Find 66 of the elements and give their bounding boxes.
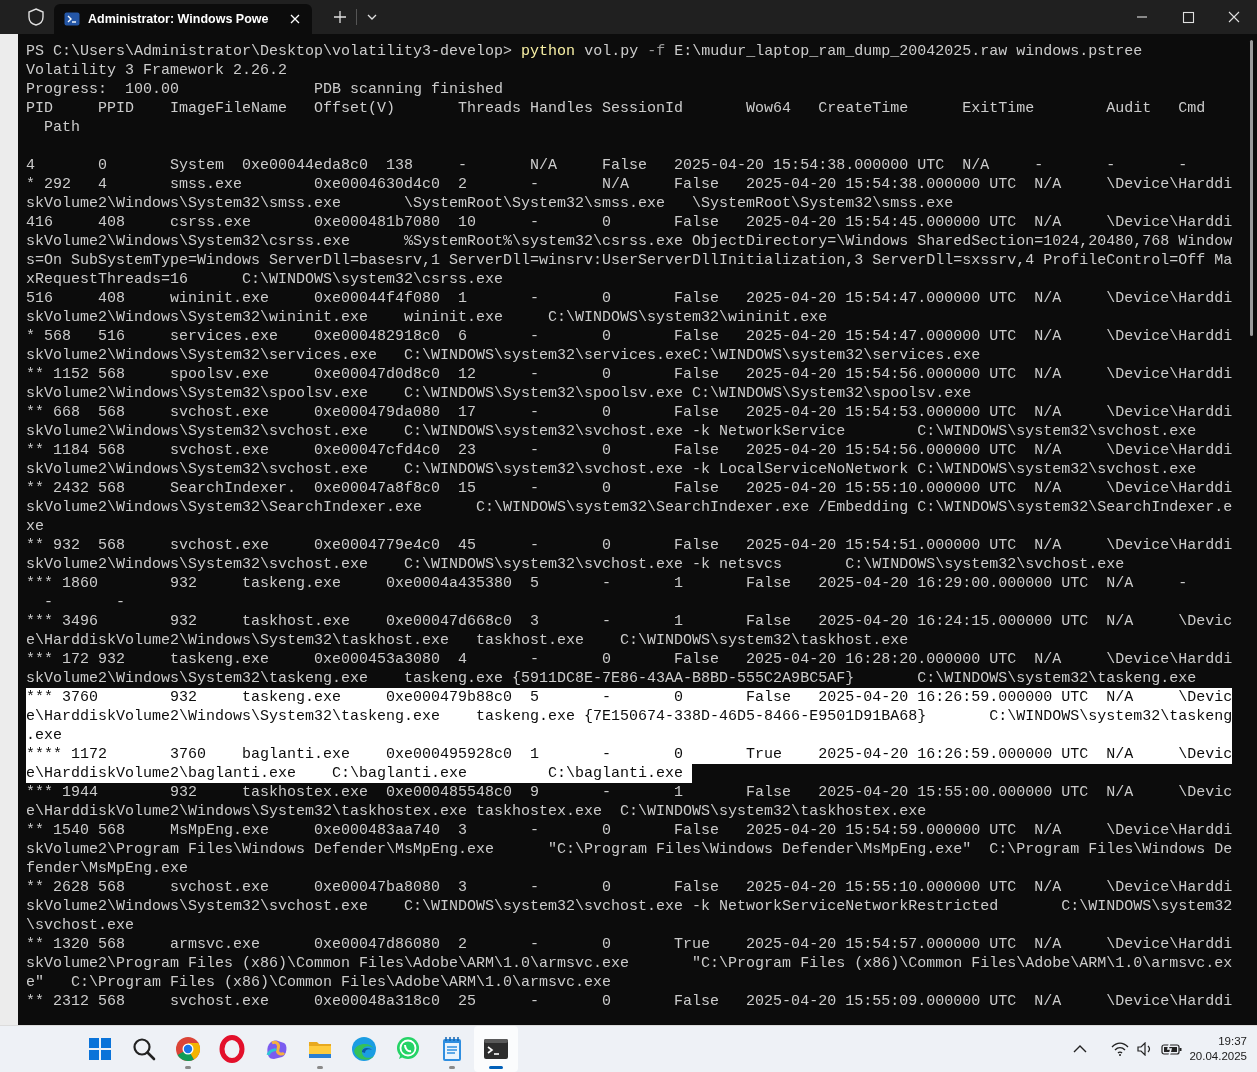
output-line: ** 1184 568 svchost.exe 0xe00047cfd4c0 23 - 0 False 2025-04-20 15:54:56.000000 UTC N/A \Device\Harddi bbox=[26, 441, 1232, 460]
output-line: fender\MsMpEng.exe bbox=[26, 859, 190, 878]
battery-icon[interactable] bbox=[1161, 1042, 1184, 1056]
chevron-up-icon[interactable] bbox=[1073, 1045, 1088, 1053]
output-line: *** 1944 932 taskhostex.exe 0xe000485548c0 9 - 1 False 2025-04-20 15:55:00.000000 UTC N/A \Devic bbox=[26, 783, 1232, 802]
chevron-down-icon[interactable] bbox=[367, 14, 378, 20]
output-line: e\HarddiskVolume2\Windows\System32\taskhost.exe taskhost.exe C:\WINDOWS\system32\taskhost.exe bbox=[26, 631, 910, 650]
output-line: 416 408 csrss.exe 0xe000481b7080 10 - 0 False 2025-04-20 15:54:45.000000 UTC N/A \Device\Harddi bbox=[26, 213, 1232, 232]
output-line: ** 668 568 svchost.exe 0xe000479da080 17 - 0 False 2025-04-20 15:54:53.000000 UTC N/A \Device\Harddi bbox=[26, 403, 1232, 422]
output-line: ** 1152 568 spoolsv.exe 0xe00047d0d8c0 12 - 0 False 2025-04-20 15:54:56.000000 UTC N/A \Device\Harddi bbox=[26, 365, 1232, 384]
output-line: skVolume2\Windows\System32\services.exe C:\WINDOWS\system32\services.exeC:\WINDOWS\system32\services.exe bbox=[26, 346, 982, 365]
plus-icon[interactable] bbox=[334, 11, 347, 23]
command-text: python bbox=[521, 43, 576, 60]
output-line: e" C:\Program Files (x86)\Common Files\Adobe\ARM\1.0\armsvc.exe bbox=[26, 973, 613, 992]
console-icon bbox=[64, 12, 80, 26]
argument-text: E:\mudur_laptop_ram_dump_20042025.raw windows.pstree bbox=[674, 43, 1143, 60]
wave-logo-icon[interactable] bbox=[350, 1035, 378, 1063]
output-line: skVolume2\Windows\System32\spoolsv.exe C:\WINDOWS\System32\spoolsv.exe C:\WINDOWS\System32\spoolsv.exe bbox=[26, 384, 973, 403]
output-line: skVolume2\Program Files\Windows Defender\MsMpEng.exe "C:\Program Files\Windows Defender\MsMpEng.exe" C:\Program Files\Windows De bbox=[26, 840, 1232, 859]
output-line: 516 408 wininit.exe 0xe00044f4f080 1 - 0 False 2025-04-20 15:54:47.000000 UTC N/A \Device\Harddi bbox=[26, 289, 1232, 308]
output-line: *** 3496 932 taskhost.exe 0xe00047d668c0 3 - 1 False 2025-04-20 16:24:15.000000 UTC N/A \Devic bbox=[26, 612, 1232, 631]
scrollbar-thumb[interactable] bbox=[1250, 40, 1253, 336]
output-line: ** 2312 568 svchost.exe 0xe00048a318c0 25 - 0 False 2025-04-20 15:55:09.000000 UTC N/A \Device\Harddi bbox=[26, 992, 1232, 1011]
output-line: Path bbox=[43, 118, 81, 137]
output-line: ** 2628 568 svchost.exe 0xe00047ba8080 3 - 0 False 2025-04-20 15:55:10.000000 UTC N/A \Device\Harddi bbox=[26, 878, 1232, 897]
close-icon[interactable] bbox=[290, 14, 301, 24]
parameter-text: -f bbox=[647, 43, 666, 60]
wifi-icon[interactable] bbox=[1111, 1042, 1130, 1056]
output-line: *** 1860 932 taskeng.exe 0xe0004a435380 5 - 1 False 2025-04-20 16:29:00.000000 UTC N/A - bbox=[26, 574, 1189, 593]
output-line: skVolume2\Windows\System32\csrss.exe %SystemRoot%\system32\csrss.exe ObjectDirectory=\Windows SharedSection=1024,20480,768 Window bbox=[26, 232, 1232, 251]
argument-text: vol.py bbox=[584, 43, 639, 60]
output-line: ** 1320 568 armsvc.exe 0xe00047d86080 2 - 0 True 2025-04-20 15:54:57.000000 UTC N/A \Device\Harddi bbox=[26, 935, 1232, 954]
search-icon[interactable] bbox=[130, 1035, 158, 1063]
output-line: ** 932 568 svchost.exe 0xe0004779e4c0 45 - 0 False 2025-04-20 15:54:51.000000 UTC N/A \Device\Harddi bbox=[26, 536, 1232, 555]
ring-logo-icon[interactable] bbox=[218, 1035, 246, 1063]
output-line: skVolume2\Windows\System32\svchost.exe C:\WINDOWS\system32\svchost.exe -k LocalServiceNoNetwork C:\WINDOWS\system32\svchost.exe bbox=[26, 460, 1198, 479]
output-line: xe bbox=[26, 517, 45, 536]
output-line: skVolume2\Windows\System32\taskeng.exe taskeng.exe {5911DC8E-7E86-43AA-B8BD-555C2A9BC5AF} C:\WINDOWS\system32\taskeng.exe bbox=[26, 669, 1198, 688]
output-line: skVolume2\Windows\System32\smss.exe \SystemRoot\System32\smss.exe \SystemRoot\System32\smss.exe bbox=[26, 194, 955, 213]
output-line: * 568 516 services.exe 0xe000482918c0 6 - 0 False 2025-04-20 15:54:47.000000 UTC N/A \Device\Harddi bbox=[26, 327, 1232, 346]
output-line: s=On SubSystemType=Windows ServerDll=basesrv,1 ServerDll=winsrv:UserServerDllInitialization,3 ServerDll=sxssrv,4 ProfileControl=Off Ma bbox=[26, 251, 1232, 270]
output-line: * 292 4 smss.exe 0xe0004630d4c0 2 - N/A False 2025-04-20 15:54:38.000000 UTC N/A \Device\Harddi bbox=[26, 175, 1232, 194]
output-line: ** 1540 568 MsMpEng.exe 0xe000483aa740 3 - 0 False 2025-04-20 15:54:59.000000 UTC N/A \Device\Harddi bbox=[26, 821, 1232, 840]
output-line: skVolume2\Windows\System32\svchost.exe C:\WINDOWS\system32\svchost.exe -k netsvcs C:\WINDOWS\system32\svchost.exe bbox=[26, 555, 1126, 574]
output-line: skVolume2\Windows\System32\SearchIndexer.exe C:\WINDOWS\system32\SearchIndexer.exe /Embedding C:\WINDOWS\system32\SearchIndexer.e bbox=[26, 498, 1232, 517]
output-line: skVolume2\Program Files (x86)\Common Files\Adobe\ARM\1.0\armsvc.exe "C:\Program Files (x86)\Common Files\Adobe\ARM\1.0\armsvc.ex bbox=[26, 954, 1232, 973]
output-line: skVolume2\Windows\System32\svchost.exe C:\WINDOWS\system32\svchost.exe -k NetworkService C:\WINDOWS\system32\svchost.exe bbox=[26, 422, 1198, 441]
output-line: \svchost.exe bbox=[26, 916, 136, 935]
output-line: Volatility 3 Framework 2.26.2 bbox=[26, 61, 289, 80]
start-icon[interactable] bbox=[86, 1035, 114, 1063]
prompt-text: PS C:\Users\Administrator\Desktop\volatility3-develop> bbox=[26, 43, 513, 60]
shield-icon bbox=[28, 8, 44, 26]
output-line: skVolume2\Windows\System32\svchost.exe C:\WINDOWS\system32\svchost.exe -k NetworkServiceNetworkRestricted C:\WINDOWS\system32 bbox=[26, 897, 1232, 916]
clock-date[interactable]: 20.04.2025 bbox=[1189, 1049, 1247, 1064]
output-line: - - bbox=[43, 593, 127, 612]
output-line: PID PPID ImageFileName Offset(V) Threads Handles SessionId Wow64 CreateTime ExitTime Audit Cmd bbox=[26, 99, 1207, 118]
output-line: e\HarddiskVolume2\Windows\System32\taskhostex.exe taskhostex.exe C:\WINDOWS\system32\taskhostex.exe bbox=[26, 802, 928, 821]
output-line: 4 0 System 0xe00044eda8c0 138 - N/A False 2025-04-20 15:54:38.000000 UTC N/A - - - bbox=[26, 156, 1189, 175]
clock-time[interactable]: 19:37 bbox=[1189, 1034, 1247, 1049]
terminal-tab[interactable]: Administrator: Windows Powe bbox=[54, 4, 313, 34]
output-line: Progress: 100.00 PDB scanning finished bbox=[26, 80, 505, 99]
round-logo-icon[interactable] bbox=[174, 1035, 202, 1063]
output-line: ** 2432 568 SearchIndexer. 0xe00047a8f8c0 15 - 0 False 2025-04-20 15:55:10.000000 UTC N/A \Device\Harddi bbox=[26, 479, 1232, 498]
output-line: xRequestThreads=16 C:\WINDOWS\system32\csrss.exe bbox=[26, 270, 505, 289]
output-line: skVolume2\Windows\System32\wininit.exe wininit.exe C:\WINDOWS\system32\wininit.exe bbox=[26, 308, 829, 327]
output-line: *** 172 932 taskeng.exe 0xe000453a3080 4 - 0 False 2025-04-20 16:28:20.000000 UTC N/A \Device\Harddi bbox=[26, 650, 1232, 669]
